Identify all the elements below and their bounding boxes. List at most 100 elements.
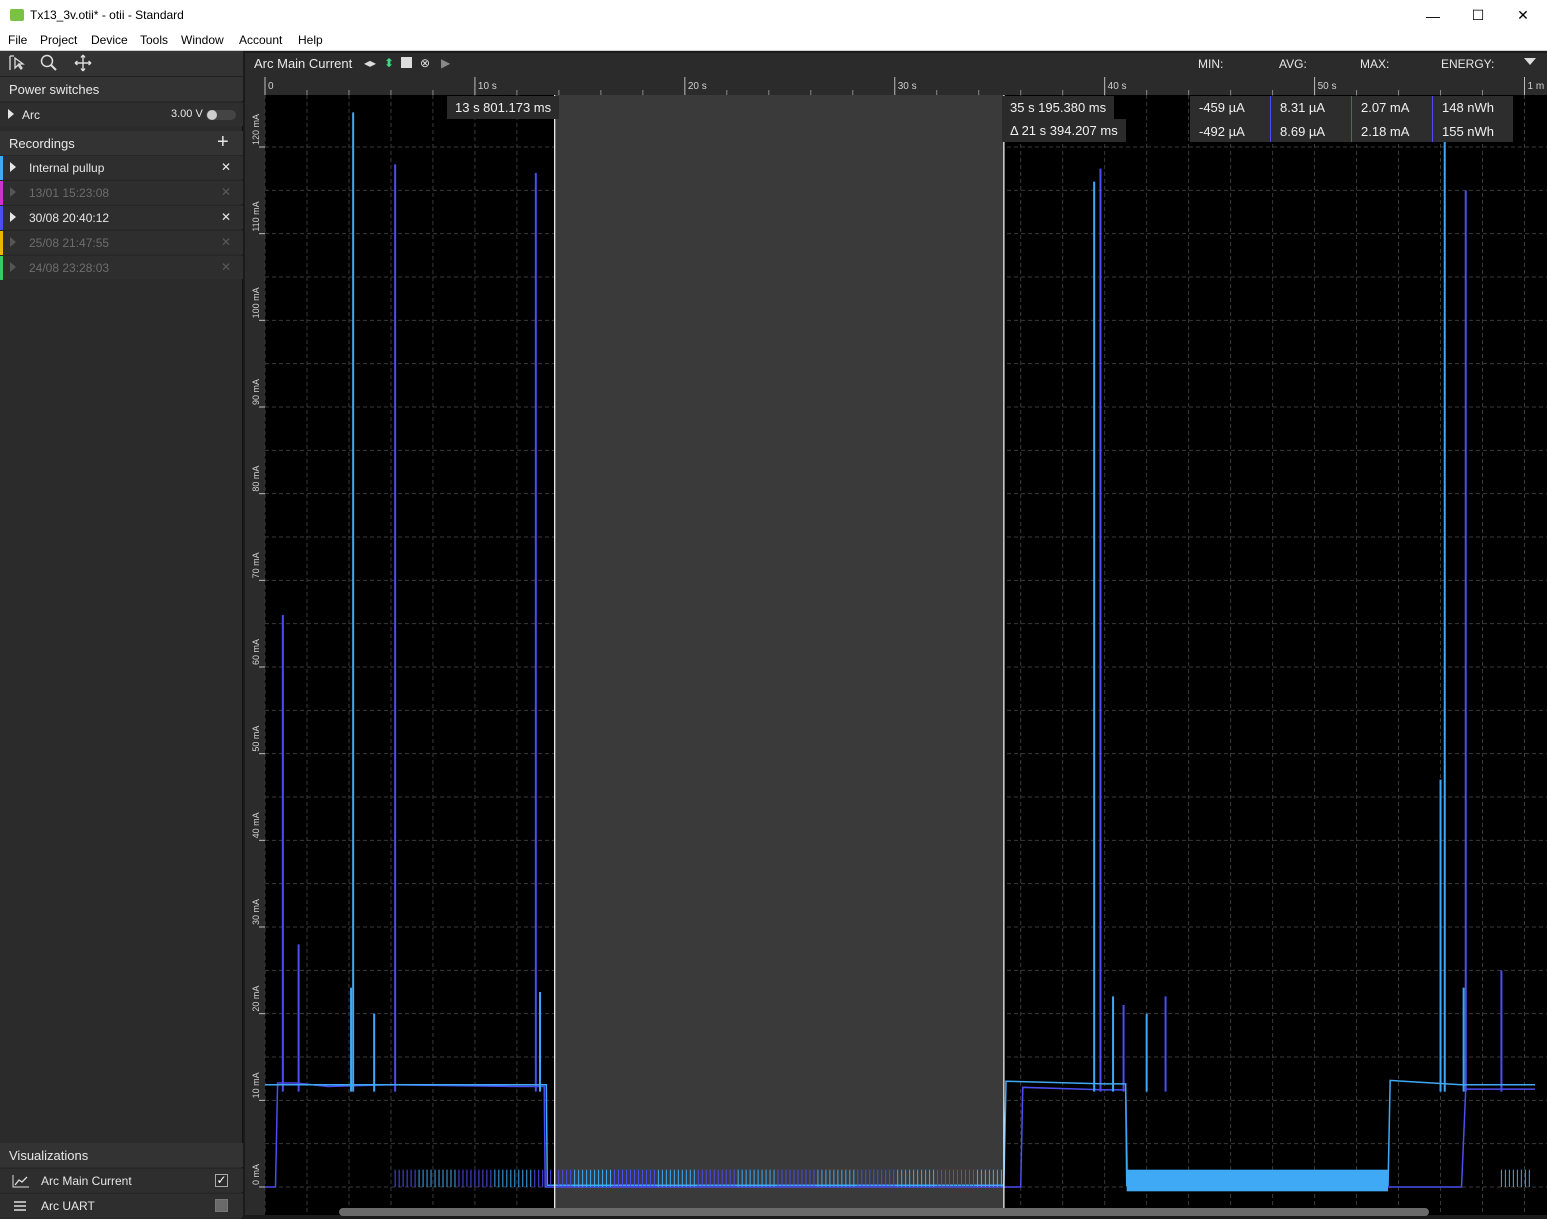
remove-recording-icon[interactable]: ✕	[221, 185, 231, 199]
x-tick-label: 1 m	[1528, 81, 1545, 92]
stat-header-max: MAX:	[1360, 57, 1390, 71]
x-tick-label: 20 s	[688, 81, 707, 92]
stat-min-1: -459 µA	[1199, 100, 1245, 115]
expand-arrow-icon[interactable]	[10, 237, 16, 247]
recording-color	[0, 181, 3, 205]
y-tick-label: 120 mA	[251, 114, 261, 145]
plot-header: Arc Main Current ◂▸ ⬍ ⊗ ▶ MIN: AVG: MAX:…	[245, 53, 1547, 75]
chevron-down-icon[interactable]	[1524, 58, 1536, 65]
stat-separator	[1351, 96, 1352, 142]
clear-cursors-icon[interactable]: ⊗	[420, 56, 430, 70]
y-tick-label: 10 mA	[251, 1072, 261, 1098]
x-tick-label: 0	[268, 81, 274, 92]
x-tick-label: 50 s	[1318, 81, 1337, 92]
window-titlebar: Tx13_3v.otii* - otii - Standard — ☐ ✕	[0, 0, 1547, 31]
table-icon[interactable]	[401, 57, 412, 68]
recording-color	[0, 256, 3, 280]
close-window-button[interactable]: ✕	[1500, 0, 1546, 31]
minimize-button[interactable]: —	[1410, 0, 1456, 31]
stat-header-avg: AVG:	[1279, 57, 1307, 71]
plot-title: Arc Main Current	[254, 56, 353, 71]
menu-device[interactable]: Device	[91, 33, 128, 47]
power-switch-arc[interactable]: Arc 3.00 V	[0, 102, 243, 126]
stat-energy-1: 148 nWh	[1442, 100, 1495, 115]
y-tick-label: 90 mA	[251, 379, 261, 405]
list-icon	[13, 1200, 27, 1215]
menu-window[interactable]: Window	[181, 33, 224, 47]
recording-label: Internal pullup	[29, 161, 105, 175]
tool-row	[0, 51, 243, 77]
zoom-tool-icon[interactable]	[37, 53, 61, 75]
visualization-item-uart[interactable]: Arc UART	[0, 1193, 243, 1217]
recording-item[interactable]: 25/08 21:47:55 ✕	[0, 230, 243, 255]
stat-separator	[1432, 96, 1433, 142]
remove-recording-icon[interactable]: ✕	[221, 210, 231, 224]
menu-project[interactable]: Project	[40, 33, 77, 47]
recording-item[interactable]: 30/08 20:40:12 ✕	[0, 205, 243, 230]
stat-energy-2: 155 nWh	[1442, 124, 1495, 139]
visualization-checkbox-unchecked[interactable]	[215, 1199, 228, 1212]
x-tick-label: 30 s	[898, 81, 917, 92]
stat-avg-2: 8.69 µA	[1280, 124, 1326, 139]
stats-table: -459 µA 8.31 µA 2.07 mA 148 nWh -492 µA …	[1190, 96, 1513, 142]
fit-vertical-icon[interactable]: ⬍	[384, 56, 394, 70]
stat-avg-1: 8.31 µA	[1280, 100, 1326, 115]
recording-label: 25/08 21:47:55	[29, 236, 110, 250]
app-icon	[10, 9, 24, 21]
y-tick-label: 70 mA	[251, 552, 261, 578]
menu-file[interactable]: File	[8, 33, 27, 47]
y-tick-label: 110 mA	[251, 201, 261, 231]
y-tick-label: 30 mA	[251, 899, 261, 925]
visualization-item-main-current[interactable]: Arc Main Current ✓	[0, 1168, 243, 1192]
dense-pulse-block	[1126, 1169, 1389, 1192]
x-axis-band	[245, 75, 1547, 95]
fit-horizontal-icon[interactable]: ◂▸	[364, 56, 376, 70]
menu-help[interactable]: Help	[298, 33, 323, 47]
recording-item[interactable]: Internal pullup ✕	[0, 155, 243, 180]
remove-recording-icon[interactable]: ✕	[221, 235, 231, 249]
power-switches-title: Power switches	[9, 82, 100, 97]
visualization-checkbox-checked[interactable]: ✓	[215, 1174, 228, 1187]
y-tick-label: 80 mA	[251, 466, 261, 492]
recordings-title: Recordings	[9, 136, 75, 151]
visualization-label: Arc UART	[41, 1199, 95, 1213]
horizontal-scrollbar[interactable]	[339, 1208, 1429, 1216]
recording-color	[0, 156, 3, 180]
recording-label: 30/08 20:40:12	[29, 211, 110, 225]
expand-arrow-icon[interactable]	[10, 162, 16, 172]
device-voltage: 3.00 V	[171, 108, 203, 120]
cursor-right-time: 35 s 195.380 ms	[1002, 96, 1115, 119]
add-recording-button[interactable]: +	[217, 131, 229, 154]
window-title: Tx13_3v.otii* - otii - Standard	[30, 8, 184, 22]
recordings-header: Recordings +	[0, 131, 243, 155]
expand-arrow-icon[interactable]	[10, 262, 16, 272]
remove-recording-icon[interactable]: ✕	[221, 160, 231, 174]
recording-color	[0, 231, 3, 255]
expand-arrow-icon[interactable]	[10, 212, 16, 222]
menu-account[interactable]: Account	[239, 33, 282, 47]
y-tick-label: 60 mA	[251, 639, 261, 665]
current-chart[interactable]: 0 10 s 20 s 30 s 40 s 50 s 1 m 0 mA 10 mA 20 mA 30…	[245, 75, 1547, 1215]
recording-item[interactable]: 24/08 23:28:03 ✕	[0, 255, 243, 280]
pan-tool-icon[interactable]	[71, 53, 95, 75]
visualizations-title: Visualizations	[9, 1148, 89, 1163]
power-toggle[interactable]	[206, 110, 236, 120]
expand-arrow-icon[interactable]	[10, 187, 16, 197]
visualization-label: Arc Main Current	[41, 1174, 132, 1188]
play-icon[interactable]: ▶	[441, 56, 450, 70]
power-switches-header: Power switches	[0, 77, 243, 101]
select-tool-icon[interactable]	[5, 53, 29, 75]
maximize-button[interactable]: ☐	[1455, 0, 1501, 31]
cursor-left-time: 13 s 801.173 ms	[447, 96, 560, 119]
stat-max-1: 2.07 mA	[1361, 100, 1410, 115]
toggle-knob	[207, 110, 217, 120]
line-chart-icon	[12, 1174, 30, 1191]
menu-tools[interactable]: Tools	[140, 33, 168, 47]
remove-recording-icon[interactable]: ✕	[221, 260, 231, 274]
recording-item[interactable]: 13/01 15:23:08 ✕	[0, 180, 243, 205]
sidebar: Power switches Arc 3.00 V Recordings + I…	[0, 51, 243, 1219]
x-tick-label: 10 s	[478, 81, 497, 92]
expand-arrow-icon[interactable]	[8, 109, 14, 119]
device-name: Arc	[22, 108, 40, 122]
x-tick-label: 40 s	[1108, 81, 1127, 92]
